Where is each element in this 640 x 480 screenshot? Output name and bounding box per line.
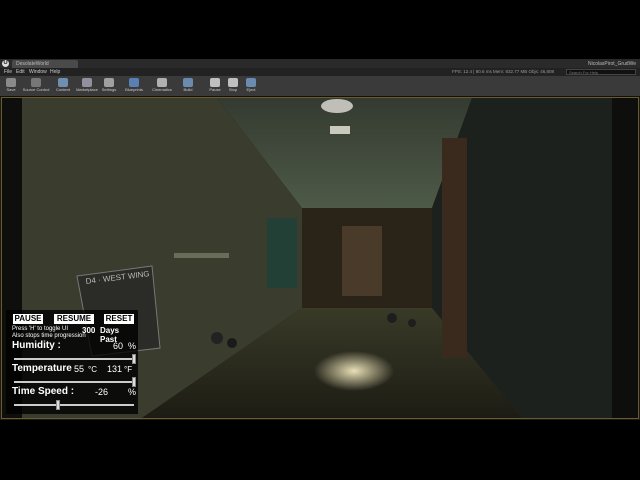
unreal-logo-icon: U	[2, 60, 9, 67]
floor-light-reflection	[314, 351, 394, 391]
menu-bar: File Edit Window Help FPS: 12.4 | 80.6 m…	[0, 68, 640, 76]
build-label: Build	[183, 87, 193, 92]
blueprints-icon	[129, 78, 139, 87]
content-icon	[58, 78, 68, 87]
far-doorway	[342, 226, 382, 296]
humidity-label: Humidity :	[12, 340, 61, 351]
pause-icon	[210, 78, 220, 87]
temperature-slider-thumb[interactable]	[132, 377, 136, 387]
menu-window[interactable]: Window	[29, 68, 47, 76]
simulation-hud: PAUSE RESUME RESET Press 'H' to toggle U…	[6, 310, 138, 414]
blueprints-button[interactable]: Blueprints	[123, 77, 145, 95]
marketplace-icon	[82, 78, 92, 87]
settings-icon	[104, 78, 114, 87]
ceiling-light-panel	[330, 126, 350, 134]
time-speed-slider-thumb[interactable]	[56, 400, 61, 410]
settings-label: Settings	[101, 87, 117, 92]
ceiling-lamp	[321, 99, 353, 113]
days-value: 300	[82, 326, 96, 335]
marketplace-label: Marketplace	[76, 87, 98, 92]
help-search-input[interactable]: Search For Help	[566, 69, 636, 75]
title-bar: U DesolateWorld NicolasPirot_GrudWe	[0, 59, 640, 68]
menu-file[interactable]: File	[4, 68, 12, 76]
menu-edit[interactable]: Edit	[16, 68, 25, 76]
perf-stats: FPS: 12.4 | 80.6 ms Mem: 832.77 MB Objs:…	[452, 69, 554, 74]
green-lit-doorway	[267, 218, 297, 288]
toolbar: Save Source Control Content Marketplace …	[0, 76, 640, 97]
content-button[interactable]: Content	[52, 77, 74, 95]
eject-icon	[246, 78, 256, 87]
settings-button[interactable]: Settings	[98, 77, 120, 95]
temperature-label: Temperature	[12, 363, 72, 374]
time-speed-label: Time Speed :	[12, 386, 75, 397]
time-progression-hint: Also stops time progression	[12, 333, 86, 339]
save-label: Save	[6, 87, 16, 92]
source-control-icon	[31, 78, 41, 87]
blueprints-label: Blueprints	[125, 87, 143, 92]
debris-pile-left-2	[227, 338, 237, 348]
time-speed-unit: %	[128, 387, 137, 397]
cinematics-button[interactable]: Cinematics	[150, 77, 174, 95]
eject-label: Eject	[246, 87, 256, 92]
humidity-value: 60	[113, 341, 124, 351]
resume-button[interactable]: RESUME	[54, 314, 94, 324]
wooden-door	[442, 138, 467, 358]
temperature-celsius-unit: °C	[88, 365, 97, 374]
humidity-slider-track[interactable]	[14, 358, 134, 360]
pause-button[interactable]: PAUSE	[13, 314, 43, 324]
content-label: Content	[55, 87, 70, 92]
toggle-ui-hint: Press 'H' to toggle UI	[12, 326, 68, 332]
wall-shelf	[174, 253, 229, 258]
source-control-button[interactable]: Source Control	[22, 77, 50, 95]
source-control-label: Source Control	[22, 87, 50, 92]
humidity-slider-thumb[interactable]	[132, 354, 136, 364]
reset-button[interactable]: RESET	[104, 314, 134, 324]
menu-help[interactable]: Help	[50, 68, 60, 76]
cinematics-icon	[157, 78, 167, 87]
save-icon	[6, 78, 16, 87]
temperature-fahrenheit-unit: °F	[124, 365, 133, 374]
level-tab[interactable]: DesolateWorld	[12, 60, 78, 68]
temperature-fahrenheit-value: 131	[107, 364, 123, 374]
debris-pile-left	[211, 332, 223, 344]
marketplace-button[interactable]: Marketplace	[74, 77, 100, 95]
time-speed-slider-track[interactable]	[14, 404, 134, 406]
save-button[interactable]: Save	[0, 77, 22, 95]
build-icon	[183, 78, 193, 87]
debris-pile-right	[387, 313, 397, 323]
humidity-unit: %	[128, 341, 137, 351]
cinematics-label: Cinematics	[152, 87, 172, 92]
debris-pile-right-2	[408, 319, 416, 327]
temperature-celsius-value: 55	[74, 364, 85, 374]
time-speed-value: -26	[95, 387, 109, 397]
build-button[interactable]: Build	[177, 77, 199, 95]
stop-icon	[228, 78, 238, 87]
temperature-slider-track[interactable]	[14, 381, 134, 383]
user-label: NicolasPirot_GrudWe	[588, 61, 636, 67]
eject-button[interactable]: Eject	[240, 77, 262, 95]
